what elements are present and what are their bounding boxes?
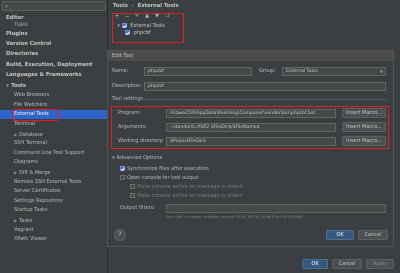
settings-search-input[interactable]: ⌕ — [2, 1, 106, 11]
sidebar-item-label: Directories — [6, 51, 39, 58]
sidebar-item-label: Settings Repository — [14, 197, 63, 204]
name-field[interactable]: phpcbf — [144, 67, 252, 76]
sidebar-item-tasks[interactable]: ▶ Tasks — [14, 216, 32, 225]
sidebar-item-label: Startup Tasks — [14, 207, 48, 214]
sidebar-item-label: Plugins — [6, 31, 28, 37]
sidebar-item-label: Database — [19, 131, 43, 138]
sidebar-item-vagrant[interactable]: Vagrant — [14, 226, 34, 235]
sidebar-item-remote-ssh-external-tools[interactable]: Remote SSH External Tools — [14, 178, 81, 187]
active-stdout-label: Make console active on message in stdout — [137, 184, 244, 190]
active-stdout-option[interactable]: Make console active on message in stdout — [130, 183, 243, 191]
highlight-tool-settings — [111, 106, 389, 149]
active-stderr-label: Make console active on message in stderr — [137, 193, 243, 199]
sidebar-item-build-execution-deployment[interactable]: Build, Execution, Deployment — [6, 61, 93, 70]
group-select[interactable]: External Tools ▼ — [282, 67, 386, 76]
sidebar-item-label: Remote SSH External Tools — [14, 178, 82, 185]
sidebar-item-languages-frameworks[interactable]: Languages & Frameworks — [6, 71, 82, 80]
tool-settings-divider — [140, 99, 388, 100]
open-console-option[interactable]: Open console for tool output — [120, 174, 199, 182]
sync-files-option[interactable]: Synchronize files after execution — [120, 165, 209, 173]
active-stderr-checkbox[interactable] — [130, 193, 135, 198]
sidebar-item-command-line-tool-support[interactable]: Command Line Tool Support — [14, 149, 84, 158]
settings-cancel-button[interactable]: Cancel — [332, 259, 362, 269]
sidebar-item-label: Build, Execution, Deployment — [6, 61, 93, 68]
sidebar-item-label: Tasks — [19, 218, 33, 224]
sync-files-label: Synchronize files after execution — [127, 166, 209, 172]
open-console-checkbox[interactable] — [120, 175, 125, 180]
sidebar-item-label: Server Certificates — [14, 188, 61, 195]
expand-arrow-icon[interactable]: ▼ — [6, 83, 9, 88]
breadcrumb-separator: › — [131, 3, 134, 9]
name-label: Name: — [112, 68, 129, 74]
search-icon: ⌕ — [5, 3, 9, 10]
sidebar-item-label: Terminal — [14, 121, 36, 127]
sidebar-item-label: File Watchers — [14, 101, 48, 108]
sidebar-item-xpath-viewer[interactable]: XPath Viewer — [14, 235, 47, 244]
highlight-tree — [112, 13, 184, 43]
expand-arrow-icon[interactable]: ▶ — [14, 170, 17, 175]
active-stdout-checkbox[interactable] — [130, 184, 135, 189]
dialog-title: Edit Tool — [112, 53, 133, 59]
chevron-down-icon: ▼ — [379, 69, 383, 74]
output-filters-field[interactable] — [166, 204, 386, 213]
expand-arrow-icon: ▼ — [112, 155, 116, 160]
breadcrumb-parent[interactable]: Tools — [113, 3, 128, 9]
sidebar-item-startup-tasks[interactable]: Startup Tasks — [14, 206, 48, 215]
dialog-titlebar[interactable]: Edit Tool — [108, 51, 393, 61]
sidebar-item-ssh-terminal[interactable]: SSH Terminal — [14, 139, 47, 148]
settings-sidebar: ⌕ Editor TLBA1 Plugins Version Control Direc… — [0, 0, 108, 273]
sidebar-item-diagrams[interactable]: Diagrams — [14, 158, 38, 167]
settings-apply-button[interactable]: Apply — [366, 259, 394, 269]
dialog-ok-button[interactable]: OK — [326, 230, 354, 240]
group-label: Group: — [259, 68, 276, 74]
group-select-value: External Tools — [286, 69, 318, 74]
sidebar-item-label: Diagrams — [14, 159, 39, 166]
sidebar-item-label: Tools — [11, 83, 26, 89]
editor-hint: TLBA1 — [14, 23, 29, 28]
sidebar-item-plugins[interactable]: Plugins — [6, 30, 28, 39]
sidebar-item-server-certificates[interactable]: Server Certificates — [14, 187, 61, 196]
sidebar-item-label: Web Browsers — [14, 92, 50, 99]
edit-tool-dialog: Edit Tool Name: phpcbf Group: External T… — [107, 50, 394, 247]
open-console-label: Open console for tool output — [127, 175, 199, 181]
dialog-help-button[interactable]: ? — [114, 229, 126, 241]
highlight-external-tools — [12, 109, 60, 121]
sidebar-item-settings-repository[interactable]: Settings Repository — [14, 197, 63, 206]
sidebar-item-diff-merge[interactable]: ▶ Diff & Merge — [14, 168, 50, 177]
sidebar-item-tools[interactable]: ▼ Tools — [6, 81, 26, 90]
sidebar-item-database[interactable]: ▶ Database — [14, 130, 43, 139]
sidebar-item-label: Languages & Frameworks — [6, 71, 82, 78]
expand-arrow-icon[interactable]: ▶ — [14, 218, 17, 223]
sidebar-item-version-control[interactable]: Version Control — [6, 40, 51, 49]
sidebar-item-label: Command Line Tool Support — [14, 149, 85, 156]
tool-settings-label: Tool settings — [112, 96, 144, 102]
settings-ok-button[interactable]: OK — [302, 259, 328, 269]
description-field[interactable]: phpcbf — [144, 82, 386, 91]
advanced-options-label: Advanced Options — [116, 155, 163, 161]
expand-arrow-icon[interactable]: ▶ — [14, 132, 17, 137]
breadcrumb-current: External Tools — [137, 3, 179, 9]
sidebar-item-label: XPath Viewer — [14, 236, 47, 243]
breadcrumb: Tools › External Tools — [113, 2, 179, 10]
output-filters-label: Output filters: — [120, 205, 155, 211]
sidebar-item-directories[interactable]: Directories — [6, 50, 38, 59]
active-stderr-option[interactable]: Make console active on message in stderr — [130, 192, 242, 200]
sidebar-item-label: SSH Terminal — [14, 140, 47, 147]
description-label: Description: — [112, 83, 143, 89]
sync-files-checkbox[interactable] — [120, 166, 125, 171]
sidebar-item-label: Version Control — [6, 41, 52, 48]
dialog-cancel-button[interactable]: Cancel — [358, 230, 388, 240]
advanced-options-toggle[interactable]: ▼ Advanced Options — [112, 155, 162, 161]
sidebar-item-web-browsers[interactable]: Web Browsers — [14, 91, 49, 100]
sidebar-item-terminal[interactable]: Terminal — [14, 120, 35, 129]
sidebar-item-label: Vagrant — [14, 226, 34, 233]
output-filters-hint: Each line is a regex, available macros: … — [166, 215, 304, 219]
sidebar-item-label: Diff & Merge — [19, 170, 51, 176]
